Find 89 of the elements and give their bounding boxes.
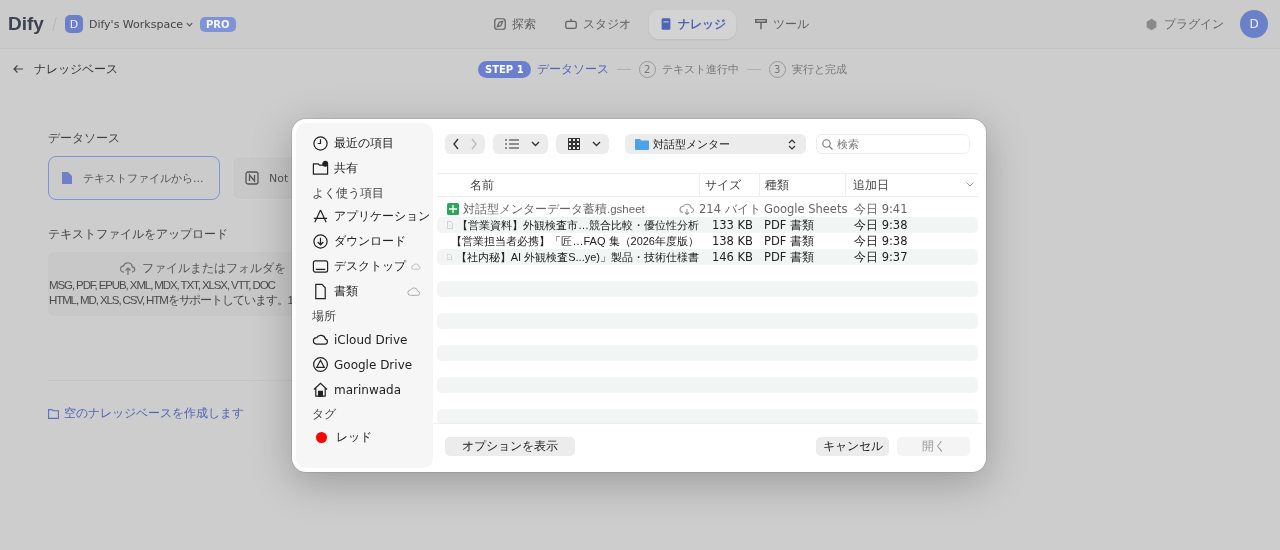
show-options-button[interactable]: オプションを表示 (445, 436, 575, 456)
date-added: 今日 9:37 (853, 249, 909, 265)
document-icon (447, 219, 453, 231)
create-empty-link[interactable]: 空のナレッジベースを作成します (48, 405, 292, 422)
grid-icon (568, 138, 580, 150)
hammer-icon (754, 17, 768, 31)
book-icon (659, 17, 673, 31)
arrow-left-icon (12, 63, 24, 75)
app-icon (312, 208, 329, 225)
step-number: STEP 1 (478, 60, 531, 78)
back-link[interactable]: ナレッジベース (12, 60, 118, 78)
sidebar-heading: タグ (312, 406, 337, 423)
date-added: 今日 9:38 (853, 217, 909, 233)
folder-icon (48, 408, 59, 419)
dialog-button[interactable]: キャンセル (816, 436, 889, 456)
chevron-icon (966, 182, 974, 187)
cube-icon (1145, 17, 1158, 31)
column-header[interactable]: 種類 (759, 174, 845, 196)
nav-tab[interactable]: ツール (744, 9, 819, 39)
file-name: 【営業担当者必携】「匠…FAQ 集（2026年度版） (451, 233, 699, 249)
plan-badge: PRO (200, 16, 236, 32)
workspace-switcher[interactable]: Dify's Workspace (88, 17, 194, 31)
upload-icon (120, 261, 136, 276)
search-icon (822, 139, 833, 150)
supported-formats: MSG, PDF, EPUB, XML, MDX, TXT, XLSX, VTT, DOC (49, 279, 275, 291)
file-size: 146 KB (710, 250, 754, 264)
file-row[interactable]: 【営業担当者必携】「匠…FAQ 集（2026年度版） 138 KB PDF 書類 今日 9:38 (437, 233, 978, 249)
step-label: データソース (536, 60, 609, 78)
file-size: 214 バイト (699, 201, 759, 217)
date-added: 今日 9:38 (853, 233, 909, 249)
sidebar-item[interactable]: 最近の項目 (312, 131, 433, 156)
download-icon (312, 233, 329, 250)
up-down-chevron-icon (788, 138, 796, 150)
nav-tab[interactable]: スタジオ (554, 9, 641, 39)
file-kind: PDF 書類 (763, 217, 816, 233)
workspace-avatar: D (64, 15, 83, 33)
notion-icon (245, 171, 259, 185)
document-icon (447, 251, 452, 263)
step-label: 実行と完成 (791, 61, 847, 77)
file-kind: PDF 書類 (763, 249, 816, 265)
step-label: テキスト進行中 (661, 61, 739, 77)
sidebar-item[interactable]: Google Drive (312, 352, 433, 377)
list-view-button[interactable] (493, 134, 548, 154)
file-name: 【営業資料】外観検査市…競合比較・優位性分析 (457, 217, 699, 233)
sidebar-item[interactable]: iCloud Drive (312, 327, 433, 352)
logo: Dify (8, 13, 44, 35)
chevron-icon (592, 141, 601, 147)
section-title: データソース (48, 130, 121, 147)
file-kind: Google Sheets (763, 202, 845, 216)
file-row[interactable]: 【営業資料】外観検査市…競合比較・優位性分析 133 KB PDF 書類 今日 9:38 (437, 217, 978, 233)
sidebar-item[interactable]: アプリケーション (312, 204, 433, 229)
house-icon (312, 381, 329, 398)
robot-icon (564, 17, 578, 31)
file-name: 対話型メンターデータ蓄積.gsheet (463, 201, 646, 217)
folder-popup[interactable]: 対話型メンター (625, 134, 806, 154)
file-name: 【社内秘】AI 外観検査S...ye)」製品・技術仕様書 (455, 249, 699, 265)
grid-view-button[interactable] (556, 134, 609, 154)
folder-icon (635, 138, 649, 150)
nav-tab[interactable]: ナレッジ (649, 9, 736, 39)
source-card[interactable]: テキストファイルから... (48, 156, 220, 200)
drive-icon (312, 356, 329, 373)
section-title: テキストファイルをアップロード (48, 226, 229, 243)
back-forward-buttons[interactable] (445, 134, 485, 154)
file-icon (61, 171, 73, 185)
file-row[interactable]: 【社内秘】AI 外観検査S...ye)」製品・技術仕様書 146 KB PDF 書類 今日 9:37 (437, 249, 978, 265)
file-size: 138 KB (710, 234, 754, 248)
file-kind: PDF 書類 (763, 233, 816, 249)
shared-icon (312, 160, 329, 177)
column-header[interactable]: 名前 (437, 174, 699, 196)
column-header[interactable]: サイズ (699, 174, 759, 196)
display-icon (312, 258, 329, 275)
list-icon (505, 139, 519, 149)
sidebar-item[interactable]: レッド (312, 425, 433, 450)
upload-prompt: ファイルまたはフォルダを (142, 260, 286, 277)
spreadsheet-icon (447, 203, 459, 215)
clock-icon (312, 135, 329, 152)
sidebar-item[interactable]: 共有 (312, 156, 433, 181)
compass-icon (493, 17, 507, 31)
nav-tab[interactable]: 探索 (483, 9, 546, 39)
file-size: 133 KB (710, 218, 754, 232)
search-field[interactable]: 検索 (816, 134, 970, 154)
chevron-icon (531, 141, 540, 147)
sidebar-item[interactable]: ダウンロード (312, 229, 433, 254)
plugins-button[interactable]: プラグイン (1145, 15, 1224, 33)
sidebar-item[interactable]: marinwada (312, 377, 433, 402)
date-added: 今日 9:41 (853, 201, 909, 217)
sidebar-heading: よく使う項目 (312, 185, 385, 202)
column-header[interactable]: 追加日 (845, 174, 978, 196)
document-icon (312, 283, 329, 300)
